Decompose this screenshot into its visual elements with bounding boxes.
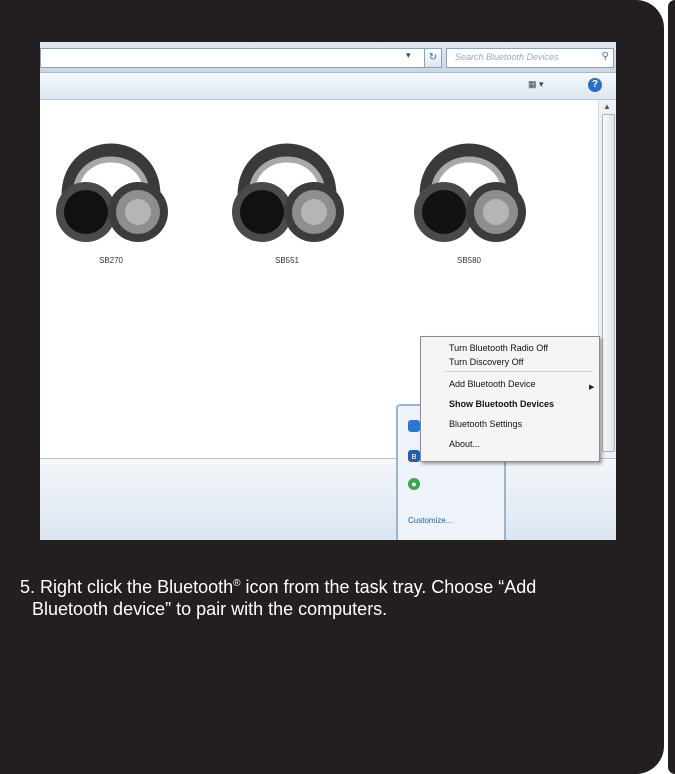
screenshot-window: ▾ ↻ Search Bluetooth Devices ⚲ ▦ ▾ ? SB2… [40, 42, 616, 540]
search-icon[interactable]: ⚲ [602, 51, 609, 62]
device-name: SB580 [456, 256, 482, 265]
instruction-text: 5. Right click the Bluetooth® icon from … [20, 576, 650, 620]
device-name: SB551 [274, 256, 300, 265]
details-pane [40, 458, 616, 540]
tray-status-icon[interactable]: ● [408, 478, 420, 490]
refresh-icon[interactable]: ↻ [424, 48, 442, 68]
device-item[interactable]: SB270 [48, 114, 174, 265]
tray-customize-link[interactable]: Customize... [408, 516, 452, 525]
address-bar: ▾ ↻ Search Bluetooth Devices ⚲ [40, 42, 616, 73]
instruction-line1-end: icon from the task tray. Choose “Add [240, 577, 537, 597]
bluetooth-icon[interactable]: ʙ [408, 450, 420, 462]
instruction-line2: Bluetooth device” to pair with the compu… [32, 599, 388, 619]
registered-mark: ® [233, 578, 241, 589]
device-name: SB270 [98, 256, 124, 265]
menu-item-show-devices[interactable]: Show Bluetooth Devices [449, 399, 554, 409]
menu-item-turn-radio-off[interactable]: Turn Bluetooth Radio Off [449, 343, 548, 353]
scroll-up-icon[interactable]: ▲ [603, 102, 611, 111]
help-icon[interactable]: ? [588, 78, 602, 92]
address-input[interactable] [40, 48, 442, 68]
tray-app-icon[interactable] [408, 420, 420, 432]
submenu-arrow-icon: ▶ [589, 384, 595, 391]
search-input[interactable]: Search Bluetooth Devices ⚲ [446, 48, 614, 68]
headphones-icon [56, 143, 168, 242]
headphones-icon [414, 143, 526, 242]
menu-item-turn-discovery-off[interactable]: Turn Discovery Off [449, 357, 524, 367]
toolbar: ▦ ▾ ? [40, 73, 616, 100]
menu-separator [445, 371, 593, 372]
address-dropdown-icon[interactable]: ▾ [406, 50, 411, 61]
search-placeholder: Search Bluetooth Devices [455, 52, 559, 62]
view-options-icon[interactable]: ▦ ▾ [528, 79, 544, 90]
menu-item-settings[interactable]: Bluetooth Settings [449, 419, 522, 429]
bluetooth-context-menu: Turn Bluetooth Radio Off Turn Discovery … [420, 336, 600, 462]
device-item[interactable]: SB580 [406, 114, 532, 265]
scroll-thumb[interactable] [602, 114, 615, 452]
headphones-icon [232, 143, 344, 242]
vertical-scrollbar[interactable]: ▲ [598, 100, 616, 458]
adjacent-card-edge [668, 0, 675, 774]
step-number: 5. [20, 577, 36, 597]
instruction-line1-start: Right click the Bluetooth [40, 577, 234, 597]
device-item[interactable]: SB551 [224, 114, 350, 265]
menu-item-about[interactable]: About... [449, 439, 480, 449]
menu-item-add-device[interactable]: Add Bluetooth Device [449, 379, 536, 389]
